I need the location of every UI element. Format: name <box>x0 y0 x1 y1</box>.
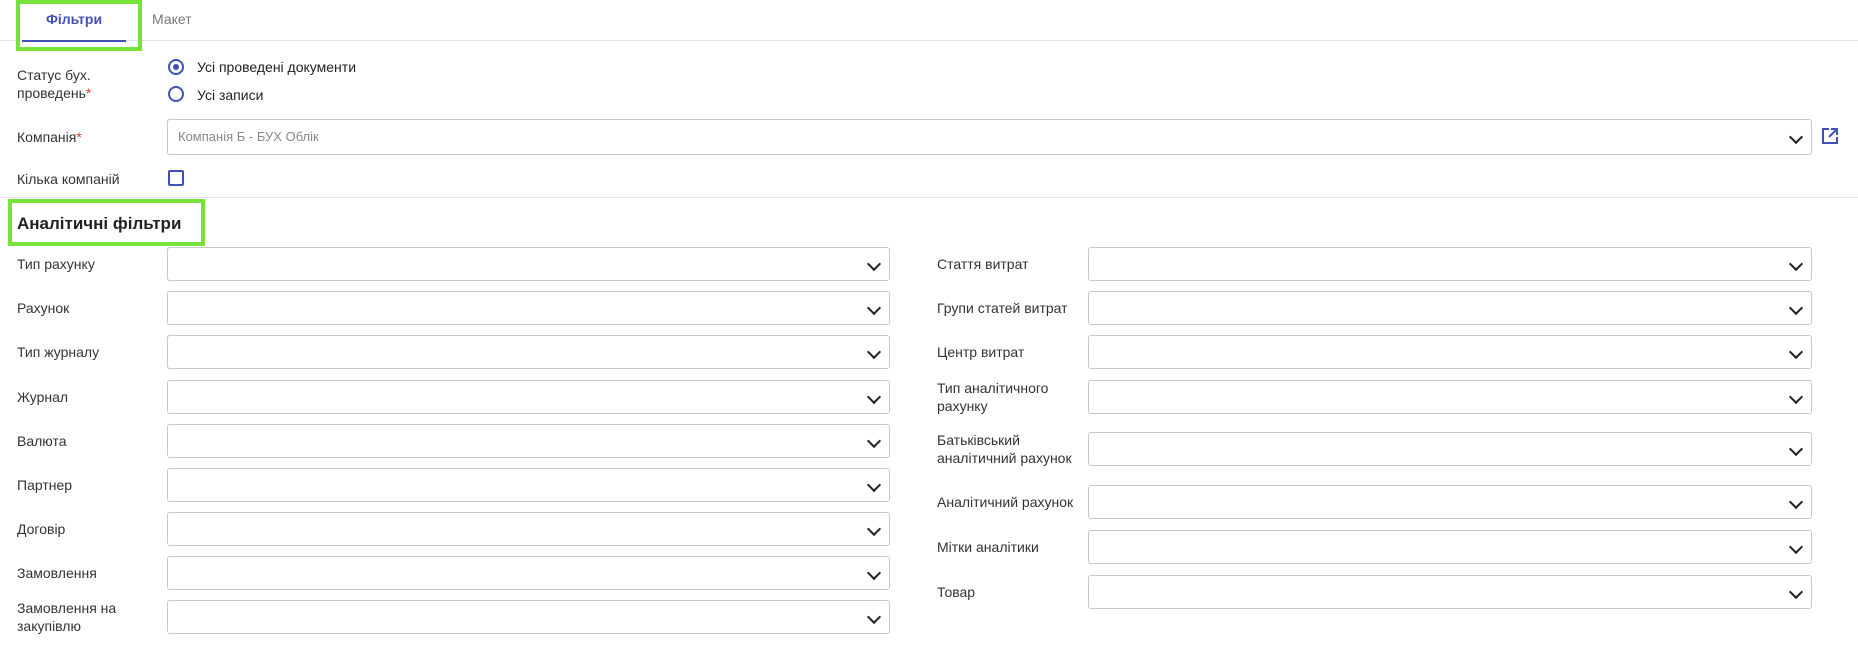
radio-all-records[interactable] <box>168 86 184 102</box>
chevron-down-icon <box>1788 441 1804 457</box>
external-link-icon[interactable] <box>1820 126 1840 146</box>
filter-label: Тип аналітичного рахунку <box>937 380 1049 414</box>
filter-select[interactable] <box>1088 530 1812 564</box>
chevron-down-icon <box>1788 494 1804 510</box>
filter-label: Партнер <box>17 477 73 493</box>
status-label-text: Статус бух. проведень <box>17 67 91 101</box>
filter-label: Батьківський аналітичний рахунок <box>937 432 1072 466</box>
company-select-value: Компанія Б - БУХ Облік <box>178 129 319 144</box>
tab-filters[interactable]: Фільтри <box>22 0 126 42</box>
filter-label: Договір <box>17 521 66 537</box>
filter-label: Стаття витрат <box>937 256 1029 272</box>
chevron-down-icon <box>1788 300 1804 316</box>
filter-select[interactable] <box>167 291 890 325</box>
filter-select[interactable] <box>167 556 890 590</box>
radio-all-posted-documents[interactable] <box>168 59 184 75</box>
filter-label: Аналітичний рахунок <box>937 494 1074 510</box>
radio-all-records-label[interactable]: Усі записи <box>197 86 263 104</box>
chevron-down-icon <box>1788 344 1804 360</box>
filter-label: Рахунок <box>17 300 70 316</box>
company-select[interactable]: Компанія Б - БУХ Облік <box>167 119 1812 155</box>
filter-label: Товар <box>937 584 976 600</box>
filter-select[interactable] <box>167 335 890 369</box>
filter-label: Центр витрат <box>937 344 1025 360</box>
filter-select[interactable] <box>167 468 890 502</box>
required-mark: * <box>76 129 82 145</box>
filter-select[interactable] <box>167 512 890 546</box>
tab-layout[interactable]: Макет <box>152 0 192 40</box>
chevron-down-icon <box>866 609 882 625</box>
filter-label: Замовлення <box>17 565 97 581</box>
filter-label: Тип журналу <box>17 344 100 360</box>
section-divider <box>0 197 1858 198</box>
filter-select[interactable] <box>1088 247 1812 281</box>
chevron-down-icon <box>1788 539 1804 555</box>
filter-label: Журнал <box>17 389 69 405</box>
company-label: Компанія* <box>17 128 82 146</box>
filter-select[interactable] <box>1088 291 1812 325</box>
chevron-down-icon <box>1788 389 1804 405</box>
chevron-down-icon <box>1788 584 1804 600</box>
chevron-down-icon <box>1788 129 1804 145</box>
chevron-down-icon <box>866 300 882 316</box>
filter-select[interactable] <box>1088 380 1812 414</box>
filter-select[interactable] <box>1088 485 1812 519</box>
company-label-text: Компанія <box>17 129 77 145</box>
chevron-down-icon <box>1788 256 1804 272</box>
filter-select[interactable] <box>1088 335 1812 369</box>
analytic-filters-title: Аналітичні фільтри <box>17 214 182 233</box>
filter-select[interactable] <box>167 600 890 634</box>
chevron-down-icon <box>866 565 882 581</box>
filter-label: Валюта <box>17 433 67 449</box>
chevron-down-icon <box>866 389 882 405</box>
filter-select[interactable] <box>1088 575 1812 609</box>
filter-label: Групи статей витрат <box>937 300 1068 316</box>
filter-select[interactable] <box>167 380 890 414</box>
chevron-down-icon <box>866 433 882 449</box>
required-mark: * <box>85 85 92 101</box>
filter-select[interactable] <box>1088 432 1812 466</box>
filter-label: Тип рахунку <box>17 256 95 272</box>
filter-label: Мітки аналітики <box>937 539 1039 555</box>
chevron-down-icon <box>866 477 882 493</box>
status-label: Статус бух. проведень* <box>17 66 147 102</box>
chevron-down-icon <box>866 256 882 272</box>
filter-select[interactable] <box>167 247 890 281</box>
filter-select[interactable] <box>167 424 890 458</box>
multi-company-checkbox[interactable] <box>168 170 184 186</box>
chevron-down-icon <box>866 521 882 537</box>
tab-bar: Фільтри Макет <box>0 0 1858 42</box>
filter-label: Замовлення на закупівлю <box>17 600 117 634</box>
chevron-down-icon <box>866 344 882 360</box>
multi-company-label: Кілька компаній <box>17 171 120 187</box>
radio-all-posted-documents-label[interactable]: Усі проведені документи <box>197 58 356 76</box>
